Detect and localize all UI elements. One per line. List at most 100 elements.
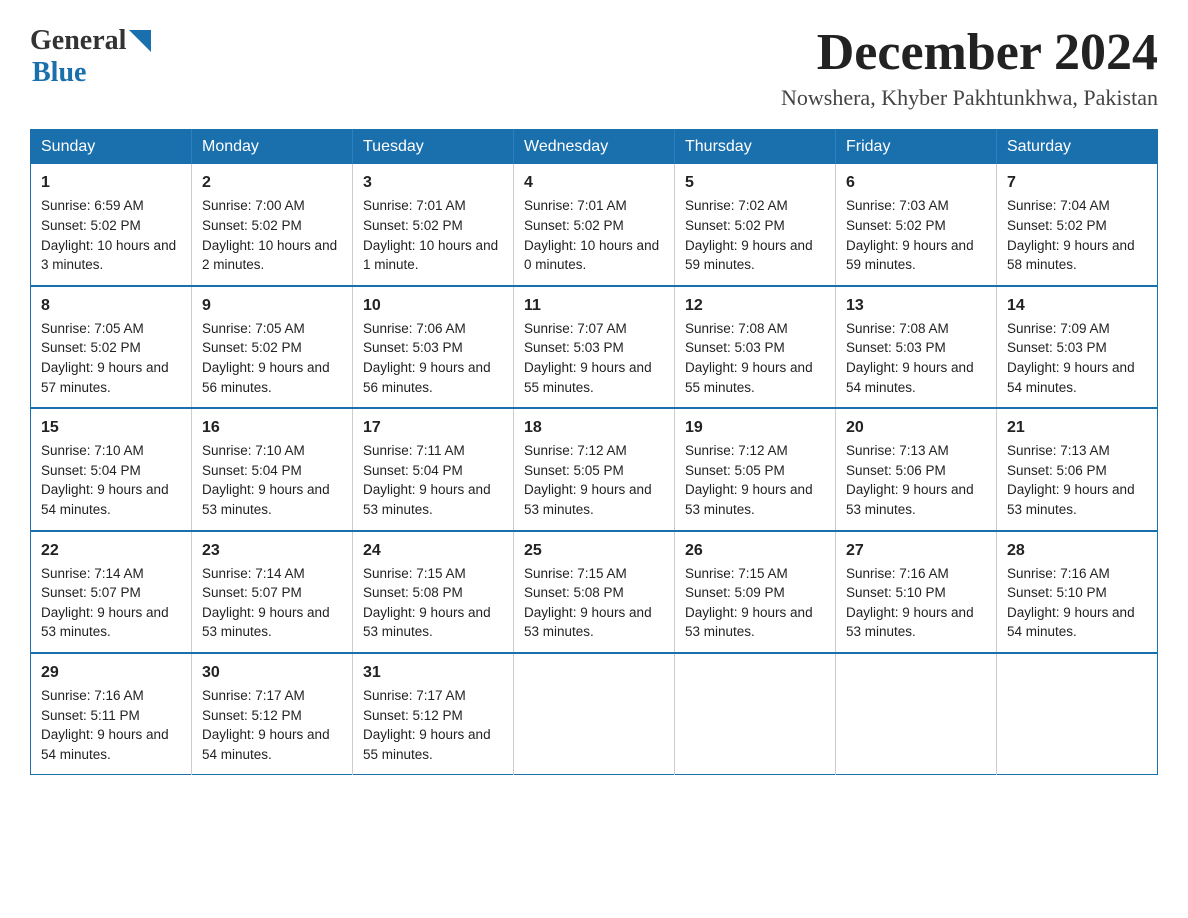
sunrise-label: Sunrise: 7:10 AM — [202, 443, 305, 458]
daylight-label: Daylight: 9 hours and 53 minutes. — [846, 482, 974, 517]
day-number: 28 — [1007, 539, 1147, 562]
calendar-cell: 3Sunrise: 7:01 AMSunset: 5:02 PMDaylight… — [353, 164, 514, 285]
day-number: 16 — [202, 416, 342, 439]
weekday-header-saturday: Saturday — [997, 130, 1158, 165]
daylight-label: Daylight: 9 hours and 53 minutes. — [41, 605, 169, 640]
sunrise-label: Sunrise: 7:05 AM — [41, 321, 144, 336]
calendar-cell: 25Sunrise: 7:15 AMSunset: 5:08 PMDayligh… — [514, 531, 675, 653]
calendar-cell: 15Sunrise: 7:10 AMSunset: 5:04 PMDayligh… — [31, 408, 192, 530]
daylight-label: Daylight: 9 hours and 53 minutes. — [524, 482, 652, 517]
calendar-cell — [514, 653, 675, 775]
sunrise-label: Sunrise: 7:15 AM — [685, 566, 788, 581]
sunrise-label: Sunrise: 7:11 AM — [363, 443, 465, 458]
calendar-cell: 23Sunrise: 7:14 AMSunset: 5:07 PMDayligh… — [192, 531, 353, 653]
day-number: 26 — [685, 539, 825, 562]
sunset-label: Sunset: 5:02 PM — [685, 218, 785, 233]
sunrise-label: Sunrise: 7:16 AM — [41, 688, 144, 703]
calendar-cell: 8Sunrise: 7:05 AMSunset: 5:02 PMDaylight… — [31, 286, 192, 408]
daylight-label: Daylight: 9 hours and 53 minutes. — [846, 605, 974, 640]
sunset-label: Sunset: 5:05 PM — [524, 463, 624, 478]
daylight-label: Daylight: 9 hours and 53 minutes. — [202, 482, 330, 517]
daylight-label: Daylight: 9 hours and 53 minutes. — [363, 482, 491, 517]
sunrise-label: Sunrise: 7:16 AM — [846, 566, 949, 581]
calendar-week-row: 29 Sunrise: 7:16 AM Sunset: 5:11 PM Dayligh… — [31, 653, 1158, 775]
sunrise-label: Sunrise: 7:17 AM — [202, 688, 305, 703]
day-number: 3 — [363, 171, 503, 194]
sunset-label: Sunset: 5:02 PM — [41, 218, 141, 233]
calendar-cell: 19Sunrise: 7:12 AMSunset: 5:05 PMDayligh… — [675, 408, 836, 530]
day-number: 4 — [524, 171, 664, 194]
daylight-label: Daylight: 9 hours and 58 minutes. — [1007, 238, 1135, 273]
day-number: 18 — [524, 416, 664, 439]
sunset-label: Sunset: 5:10 PM — [1007, 585, 1107, 600]
title-block: December 2024 Nowshera, Khyber Pakhtunkh… — [781, 24, 1158, 111]
calendar-cell: 14Sunrise: 7:09 AMSunset: 5:03 PMDayligh… — [997, 286, 1158, 408]
sunrise-label: Sunrise: 7:15 AM — [524, 566, 627, 581]
sunrise-label: Sunrise: 7:00 AM — [202, 198, 305, 213]
daylight-label: Daylight: 9 hours and 54 minutes. — [1007, 605, 1135, 640]
day-number: 27 — [846, 539, 986, 562]
daylight-label: Daylight: 9 hours and 53 minutes. — [685, 482, 813, 517]
calendar-cell — [997, 653, 1158, 775]
calendar-cell: 2Sunrise: 7:00 AMSunset: 5:02 PMDaylight… — [192, 164, 353, 285]
sunrise-label: Sunrise: 7:09 AM — [1007, 321, 1110, 336]
location-subtitle: Nowshera, Khyber Pakhtunkhwa, Pakistan — [781, 85, 1158, 111]
daylight-label: Daylight: 10 hours and 1 minute. — [363, 238, 498, 273]
logo-top: General — [30, 24, 151, 57]
weekday-header-tuesday: Tuesday — [353, 130, 514, 165]
day-number: 14 — [1007, 294, 1147, 317]
calendar-cell: 9Sunrise: 7:05 AMSunset: 5:02 PMDaylight… — [192, 286, 353, 408]
daylight-label: Daylight: 10 hours and 0 minutes. — [524, 238, 659, 273]
sunrise-label: Sunrise: 7:10 AM — [41, 443, 144, 458]
sunset-label: Sunset: 5:02 PM — [846, 218, 946, 233]
day-number: 23 — [202, 539, 342, 562]
calendar-cell: 27Sunrise: 7:16 AMSunset: 5:10 PMDayligh… — [836, 531, 997, 653]
daylight-label: Daylight: 9 hours and 56 minutes. — [202, 360, 330, 395]
day-number: 19 — [685, 416, 825, 439]
daylight-label: Daylight: 9 hours and 55 minutes. — [524, 360, 652, 395]
day-number: 11 — [524, 294, 664, 317]
month-year-title: December 2024 — [781, 24, 1158, 81]
calendar-cell: 13Sunrise: 7:08 AMSunset: 5:03 PMDayligh… — [836, 286, 997, 408]
daylight-label: Daylight: 9 hours and 55 minutes. — [363, 727, 491, 762]
calendar-cell: 12Sunrise: 7:08 AMSunset: 5:03 PMDayligh… — [675, 286, 836, 408]
calendar-cell: 30Sunrise: 7:17 AMSunset: 5:12 PMDayligh… — [192, 653, 353, 775]
sunrise-label: Sunrise: 7:03 AM — [846, 198, 949, 213]
daylight-label: Daylight: 9 hours and 53 minutes. — [363, 605, 491, 640]
daylight-label: Daylight: 9 hours and 54 minutes. — [41, 727, 169, 762]
calendar-cell: 20Sunrise: 7:13 AMSunset: 5:06 PMDayligh… — [836, 408, 997, 530]
calendar-cell: 16 Sunrise: 7:10 AM Sunset: 5:04 PM Dayligh… — [192, 408, 353, 530]
day-number: 30 — [202, 661, 342, 684]
daylight-label: Daylight: 9 hours and 54 minutes. — [846, 360, 974, 395]
weekday-header-sunday: Sunday — [31, 130, 192, 165]
calendar-week-row: 15Sunrise: 7:10 AMSunset: 5:04 PMDayligh… — [31, 408, 1158, 530]
sunset-label: Sunset: 5:07 PM — [202, 585, 302, 600]
sunset-label: Sunset: 5:09 PM — [685, 585, 785, 600]
sunset-label: Sunset: 5:08 PM — [524, 585, 624, 600]
day-number: 8 — [41, 294, 181, 317]
daylight-label: Daylight: 9 hours and 59 minutes. — [846, 238, 974, 273]
sunset-label: Sunset: 5:03 PM — [363, 340, 463, 355]
sunrise-label: Sunrise: 7:12 AM — [524, 443, 627, 458]
sunset-label: Sunset: 5:02 PM — [363, 218, 463, 233]
day-number: 2 — [202, 171, 342, 194]
logo: General Blue — [30, 24, 151, 89]
sunrise-label: Sunrise: 6:59 AM — [41, 198, 144, 213]
calendar-cell: 1Sunrise: 6:59 AMSunset: 5:02 PMDaylight… — [31, 164, 192, 285]
sunset-label: Sunset: 5:02 PM — [41, 340, 141, 355]
daylight-label: Daylight: 9 hours and 53 minutes. — [685, 605, 813, 640]
weekday-header-monday: Monday — [192, 130, 353, 165]
sunset-label: Sunset: 5:04 PM — [202, 463, 302, 478]
sunset-label: Sunset: 5:11 PM — [41, 708, 140, 723]
day-number: 29 — [41, 661, 181, 684]
day-number: 20 — [846, 416, 986, 439]
day-number: 22 — [41, 539, 181, 562]
day-number: 17 — [363, 416, 503, 439]
calendar-week-row: 1Sunrise: 6:59 AMSunset: 5:02 PMDaylight… — [31, 164, 1158, 285]
calendar-cell: 21Sunrise: 7:13 AMSunset: 5:06 PMDayligh… — [997, 408, 1158, 530]
daylight-label: Daylight: 9 hours and 59 minutes. — [685, 238, 813, 273]
sunset-label: Sunset: 5:04 PM — [363, 463, 463, 478]
calendar-cell: 7Sunrise: 7:04 AMSunset: 5:02 PMDaylight… — [997, 164, 1158, 285]
sunset-label: Sunset: 5:02 PM — [202, 218, 302, 233]
sunrise-label: Sunrise: 7:06 AM — [363, 321, 466, 336]
